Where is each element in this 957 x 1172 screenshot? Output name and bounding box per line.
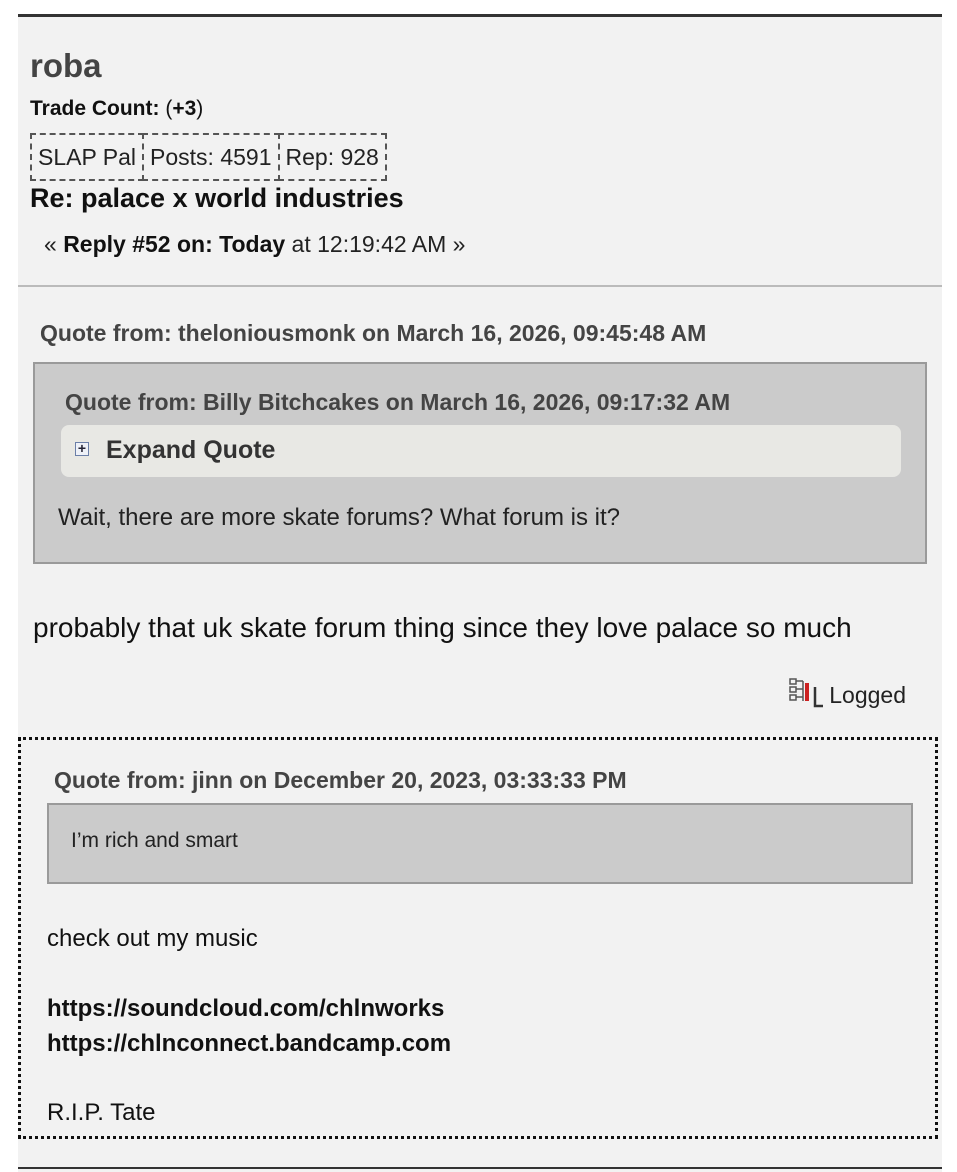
reply-time: at 12:19:42 AM » bbox=[285, 231, 466, 257]
trade-count-value[interactable]: +3 bbox=[172, 97, 196, 120]
signature-line-music: check out my music bbox=[47, 925, 258, 952]
expand-quote-button[interactable]: + Expand Quote bbox=[61, 425, 901, 477]
reply-prefix: « bbox=[44, 231, 64, 257]
signature: Quote from: jinn on December 20, 2023, 0… bbox=[18, 737, 938, 1139]
reputation-badge: Rep: 928 bbox=[277, 133, 387, 181]
post-body: probably that uk skate forum thing since… bbox=[33, 612, 852, 643]
quote-header-inner[interactable]: Quote from: Billy Bitchcakes on March 16… bbox=[65, 389, 730, 416]
logged-indicator: Logged bbox=[789, 677, 906, 709]
member-group-badge: SLAP Pal bbox=[30, 133, 145, 181]
logged-label: Logged bbox=[829, 682, 906, 708]
poster-name[interactable]: roba bbox=[30, 47, 102, 85]
bandcamp-link[interactable]: https://chlnconnect.bandcamp.com bbox=[47, 1030, 451, 1058]
post-subject[interactable]: Re: palace x world industries bbox=[30, 183, 404, 214]
poster-badges: SLAP Pal Posts: 4591 Rep: 928 bbox=[30, 133, 387, 181]
plus-box-icon: + bbox=[75, 441, 89, 456]
soundcloud-link[interactable]: https://soundcloud.com/chlnworks bbox=[47, 995, 444, 1023]
forum-post: roba Trade Count: (+3) SLAP Pal Posts: 4… bbox=[18, 14, 942, 1172]
signature-line-rip: R.I.P. Tate bbox=[47, 1099, 156, 1126]
quote-outer-text: Wait, there are more skate forums? What … bbox=[58, 504, 620, 531]
signature-quote-text: I’m rich and smart bbox=[71, 829, 238, 852]
header-divider bbox=[18, 285, 942, 287]
signature-quote: I’m rich and smart bbox=[47, 803, 913, 884]
reply-info: « Reply #52 on: Today at 12:19:42 AM » bbox=[44, 231, 465, 258]
trade-count-close: ) bbox=[196, 97, 204, 120]
reply-link[interactable]: Reply #52 on: Today bbox=[63, 231, 285, 257]
quote-header-outer[interactable]: Quote from: theloniousmonk on March 16, … bbox=[40, 320, 706, 347]
signature-quote-header[interactable]: Quote from: jinn on December 20, 2023, 0… bbox=[54, 767, 627, 794]
post-count-badge: Posts: 4591 bbox=[142, 133, 280, 181]
trade-count: Trade Count: (+3) bbox=[30, 97, 203, 121]
expand-quote-label: Expand Quote bbox=[106, 436, 276, 464]
quote-outer: Quote from: Billy Bitchcakes on March 16… bbox=[33, 362, 927, 564]
trade-count-label: Trade Count: bbox=[30, 97, 160, 120]
ip-logged-icon bbox=[789, 677, 825, 709]
